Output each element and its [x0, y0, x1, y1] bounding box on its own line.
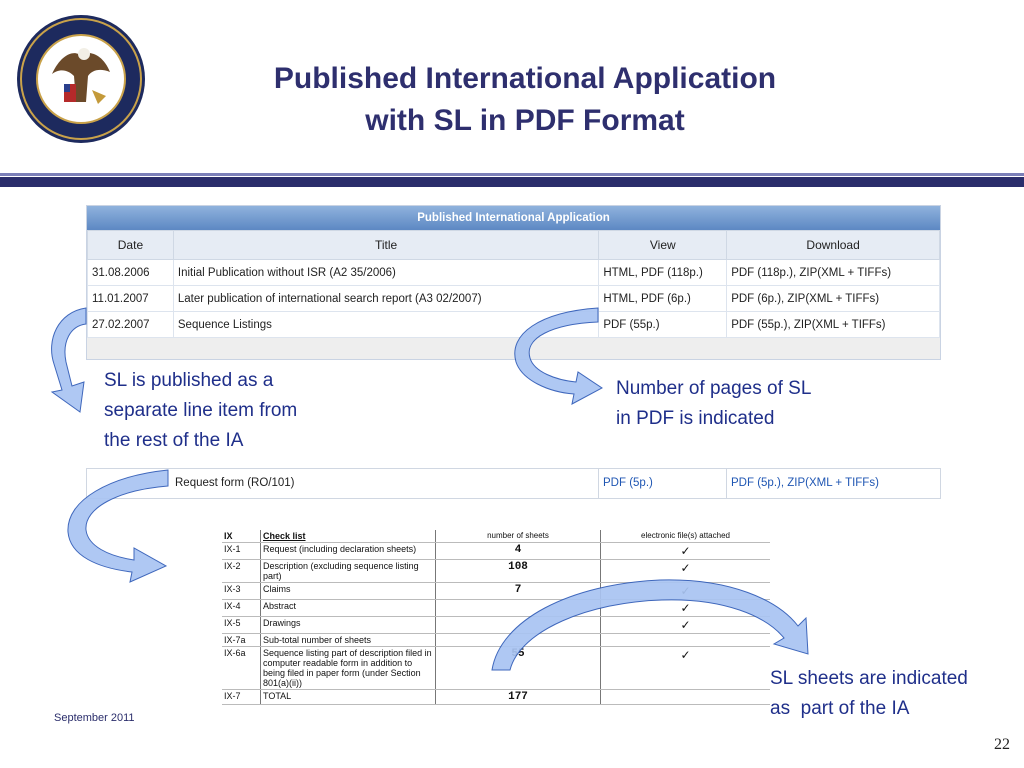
- header-rule-thin: [0, 173, 1024, 176]
- published-application-heading: Published International Application: [87, 206, 940, 230]
- check-list-sheets: 7: [435, 582, 601, 600]
- row-date: 31.08.2006: [87, 259, 174, 286]
- check-list-sheets: 177: [435, 689, 601, 705]
- check-list-attached: ✓: [600, 542, 770, 560]
- request-form-view-link[interactable]: PDF (5p.): [603, 477, 653, 489]
- callout-left-line1: SL is published as a: [104, 370, 274, 391]
- check-list-header-code: IX: [222, 530, 261, 543]
- published-application-panel: Published International Application Date…: [86, 205, 941, 360]
- check-list-header-attached: electronic file(s) attached: [600, 530, 770, 543]
- check-list-sheets: 4: [435, 542, 601, 560]
- callout-bottom-line2: as part of the IA: [770, 698, 910, 719]
- check-list-code: IX-4: [222, 599, 261, 617]
- callout-bottom: SL sheets are indicated as part of the I…: [770, 664, 968, 724]
- check-list-code: IX-3: [222, 582, 261, 600]
- row-date: 11.01.2007: [87, 285, 174, 312]
- callout-right-line1: Number of pages of SL: [616, 378, 812, 399]
- left-curved-arrow: [50, 307, 87, 413]
- table-row: 11.01.2007 Later publication of internat…: [87, 285, 940, 312]
- check-list-header-sheets: number of sheets: [435, 530, 601, 543]
- row-title: Later publication of international searc…: [172, 285, 600, 312]
- row-view-link[interactable]: HTML, PDF (118p.): [598, 259, 728, 286]
- row-view-link[interactable]: HTML, PDF (6p.): [598, 285, 728, 312]
- check-list-code: IX-1: [222, 542, 261, 560]
- check-list-item: Request (including declaration sheets): [260, 542, 436, 560]
- check-list-row: IX-7 TOTAL 177: [222, 689, 770, 705]
- check-list-code: IX-5: [222, 616, 261, 634]
- header-rule-thick: [0, 177, 1024, 187]
- check-list-code: IX-2: [222, 559, 261, 583]
- check-list-row: IX-1 Request (including declaration shee…: [222, 542, 770, 560]
- check-list-row: IX-6a Sequence listing part of descripti…: [222, 646, 770, 690]
- callout-left-line3: the rest of the IA: [104, 430, 244, 451]
- check-list-attached: ✓: [600, 582, 770, 600]
- slide-title-line1: Published International Application: [273, 62, 777, 95]
- check-list-sheets: 55: [435, 646, 601, 690]
- request-form-download-link[interactable]: PDF (5p.), ZIP(XML + TIFFs): [731, 477, 879, 489]
- column-header-view: View: [598, 230, 728, 260]
- check-list-code: IX-7a: [222, 633, 261, 647]
- check-list-code: IX-6a: [222, 646, 261, 690]
- check-list-attached: ✓: [600, 559, 770, 583]
- callout-bottom-line1: SL sheets are indicated: [770, 668, 968, 689]
- row-download-link[interactable]: PDF (6p.), ZIP(XML + TIFFs): [726, 285, 940, 312]
- check-list-code: IX-7: [222, 689, 261, 705]
- row-date: 27.02.2007: [87, 311, 174, 338]
- check-list-table: IX Check list number of sheets electroni…: [222, 530, 770, 705]
- row-download-link[interactable]: PDF (118p.), ZIP(XML + TIFFs): [726, 259, 940, 286]
- check-list-item: Description (excluding sequence listing …: [260, 559, 436, 583]
- callout-right-line2: in PDF is indicated: [616, 408, 775, 429]
- check-list-attached: [600, 633, 770, 647]
- check-list-row: IX-2 Description (excluding sequence lis…: [222, 559, 770, 583]
- row-title: Initial Publication without ISR (A2 35/2…: [172, 259, 600, 286]
- check-list-item: TOTAL: [260, 689, 436, 705]
- check-list-sheets: 108: [435, 559, 601, 583]
- callout-right: Number of pages of SL in PDF is indicate…: [616, 374, 811, 434]
- callout-left-line2: separate line item from: [104, 400, 298, 421]
- table-row: 31.08.2006 Initial Publication without I…: [87, 259, 940, 286]
- check-list-item: Abstract: [260, 599, 436, 617]
- column-header-title: Title: [172, 230, 600, 260]
- column-header-date: Date: [87, 230, 174, 260]
- check-list-excerpt: IX Check list number of sheets electroni…: [222, 530, 770, 705]
- column-header-download: Download: [726, 230, 940, 260]
- page-number: 22: [994, 736, 1010, 753]
- request-form-title: Request form (RO/101): [175, 477, 295, 489]
- check-list-sheets: [435, 599, 601, 617]
- slide-title-line2: with SL in PDF Format: [365, 104, 685, 137]
- uspto-seal-logo: [17, 15, 145, 143]
- check-list-attached: ✓: [600, 599, 770, 617]
- check-list-row: IX-7a Sub-total number of sheets: [222, 633, 770, 647]
- check-list-item: Claims: [260, 582, 436, 600]
- column-divider: [726, 469, 727, 498]
- request-form-row: Request form (RO/101) PDF (5p.) PDF (5p.…: [86, 468, 941, 499]
- check-list-header-item: Check list: [260, 530, 436, 543]
- check-list-row: IX-5 Drawings ✓: [222, 616, 770, 634]
- check-list-attached: ✓: [600, 646, 770, 690]
- check-list-item: Sequence listing part of description fil…: [260, 646, 436, 690]
- check-list-attached: ✓: [600, 616, 770, 634]
- footer-date: September 2011: [54, 712, 135, 724]
- row-view-link[interactable]: PDF (55p.): [598, 311, 728, 338]
- check-list-attached: [600, 689, 770, 705]
- table-row: 27.02.2007 Sequence Listings PDF (55p.) …: [87, 311, 940, 338]
- row-download-link[interactable]: PDF (55p.), ZIP(XML + TIFFs): [726, 311, 940, 338]
- callout-left: SL is published as a separate line item …: [104, 366, 297, 456]
- slide-title: Published International Application with…: [200, 58, 850, 142]
- check-list-sheets: [435, 633, 601, 647]
- check-list-item: Drawings: [260, 616, 436, 634]
- row-title: Sequence Listings: [172, 311, 600, 338]
- published-application-table: Date Title View Download 31.08.2006 Init…: [87, 230, 940, 338]
- check-list-row: IX-4 Abstract ✓: [222, 599, 770, 617]
- check-list-row: IX-3 Claims 7 ✓: [222, 582, 770, 600]
- column-divider: [598, 469, 599, 498]
- check-list-sheets: [435, 616, 601, 634]
- check-list-item: Sub-total number of sheets: [260, 633, 436, 647]
